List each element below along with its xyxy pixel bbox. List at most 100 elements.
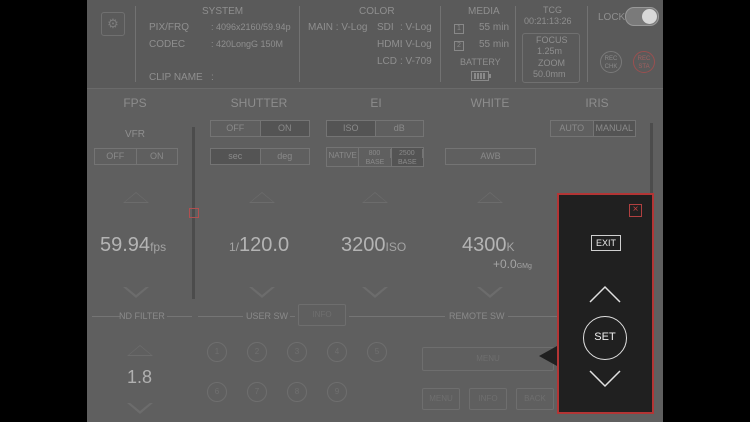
ei-number: 3200 [341,234,386,256]
divider [515,6,516,82]
awb-label: AWB [480,151,501,161]
focus-label: FOCUS [536,35,568,45]
clip-name-value: : [211,72,214,83]
ei-value[interactable]: 3200ISO [341,234,406,257]
ei-native-option[interactable]: NATIVE [327,148,360,166]
shutter-prefix: 1/ [229,240,240,254]
ei-base2500-option[interactable]: 2500 BASE [391,148,423,166]
shutter-off-option[interactable]: OFF [211,121,261,136]
awb-button[interactable]: AWB [445,148,536,165]
chevron-up-icon[interactable] [589,284,621,304]
slot2-icon: 2 [454,41,464,51]
shutter-down-arrow[interactable] [249,286,275,298]
ei-up-arrow[interactable] [362,192,388,203]
user-button-3[interactable]: 3 [287,342,307,362]
shutter-number: 120.0 [239,234,290,256]
zoom-value: 50.0mm [533,69,566,79]
shutter-mode-toggle: sec deg [210,148,310,165]
user-sw-label: USER SW [246,311,289,321]
shutter-value[interactable]: 1/120.0 [229,234,289,257]
exit-button[interactable]: EXIT [591,235,621,251]
nd-filter-label: ND FILTER [119,311,165,321]
user-button-5[interactable]: 5 [367,342,387,362]
shutter-title: SHUTTER [230,96,288,110]
divider [198,316,243,317]
nd-value[interactable]: 1.8 [127,367,152,388]
user-button-7[interactable]: 7 [247,382,267,402]
ei-iso-option[interactable]: ISO [327,121,376,136]
white-number: 4300 [462,234,507,256]
white-up-arrow[interactable] [477,192,503,203]
shutter-on-option[interactable]: ON [260,121,309,136]
fps-number: 59.94 [100,234,151,256]
rec-check-button[interactable]: REC CHK [600,51,622,73]
white-down-arrow[interactable] [477,286,503,298]
remote-sub-back-button[interactable]: BACK [516,388,554,410]
vfr-on-option[interactable]: ON [137,149,178,164]
fps-slider-handle[interactable] [189,208,199,218]
chevron-down-icon[interactable] [589,369,621,389]
shutter-up-arrow[interactable] [249,192,275,203]
vfr-off-option[interactable]: OFF [95,149,137,164]
focus-value: 1.25m [537,46,563,56]
shutter-sec-option[interactable]: sec [211,149,261,164]
iris-title: IRIS [585,96,609,110]
ei-base800-option[interactable]: 800 BASE [359,148,392,166]
status-bar: ⚙ SYSTEM PIX/FRQ : 4096x2160/59.94p CODE… [87,0,663,89]
system-title: SYSTEM [202,6,244,17]
fps-unit: fps [150,240,167,254]
user-button-9[interactable]: 9 [327,382,347,402]
user-button-2[interactable]: 2 [247,342,267,362]
user-button-4[interactable]: 4 [327,342,347,362]
white-title: WHITE [470,96,510,110]
timecode: 00:21:13:26 [524,16,572,26]
slot1-remaining: 55 min [479,22,510,33]
remote-sub-menu-button[interactable]: MENU [422,388,460,410]
white-value[interactable]: 4300K [462,234,515,257]
remote-menu-button[interactable]: MENU [422,347,554,371]
user-button-6[interactable]: 6 [207,382,227,402]
vfr-label: VFR [125,129,145,140]
ei-title: EI [370,96,382,110]
user-button-1[interactable]: 1 [207,342,227,362]
iris-manual-option[interactable]: MANUAL [593,121,635,136]
slot1-icon: 1 [454,24,464,34]
shutter-toggle: OFF ON [210,120,310,137]
divider [299,6,300,82]
white-gmg[interactable]: +0.0GMg [493,257,532,271]
fps-up-arrow[interactable] [123,192,149,203]
ei-base800-base: BASE [365,159,385,166]
info-button[interactable]: INFO [298,304,346,326]
fps-value[interactable]: 59.94fps [100,234,166,257]
shutter-deg-option[interactable]: deg [261,149,310,164]
set-button[interactable]: SET [583,316,627,360]
divider [135,6,136,82]
hdmi-value: : V-Log [400,39,432,50]
color-main: MAIN : V-Log [308,22,368,33]
close-icon[interactable]: × [629,204,642,217]
nd-down-arrow[interactable] [127,402,153,414]
lock-toggle-knob [642,9,657,24]
tcg-title: TCG [543,5,562,15]
gear-icon[interactable]: ⚙ [101,12,125,36]
user-button-8[interactable]: 8 [287,382,307,402]
sdi-value: : V-Log [400,22,432,33]
codec-value: : 420LongG 150M [211,39,284,49]
color-title: COLOR [359,6,395,17]
ei-unit: ISO [385,240,407,254]
remote-sub-info-button[interactable]: INFO [469,388,507,410]
ei-base2500-num: 2500 [392,149,423,158]
iris-auto-option[interactable]: AUTO [551,121,594,136]
nd-up-arrow[interactable] [127,345,153,356]
slot2-remaining: 55 min [479,39,510,50]
fps-down-arrow[interactable] [123,286,149,298]
ei-base800-num: 800 [359,149,391,158]
battery-icon [471,71,491,81]
clip-name-label: CLIP NAME [149,72,203,83]
ei-db-option[interactable]: dB [376,121,424,136]
rec-button[interactable]: REC STA [633,51,655,73]
ei-down-arrow[interactable] [362,286,388,298]
lock-label: LOCK [598,12,626,23]
zoom-label: ZOOM [538,58,565,68]
lock-toggle[interactable] [625,7,659,26]
